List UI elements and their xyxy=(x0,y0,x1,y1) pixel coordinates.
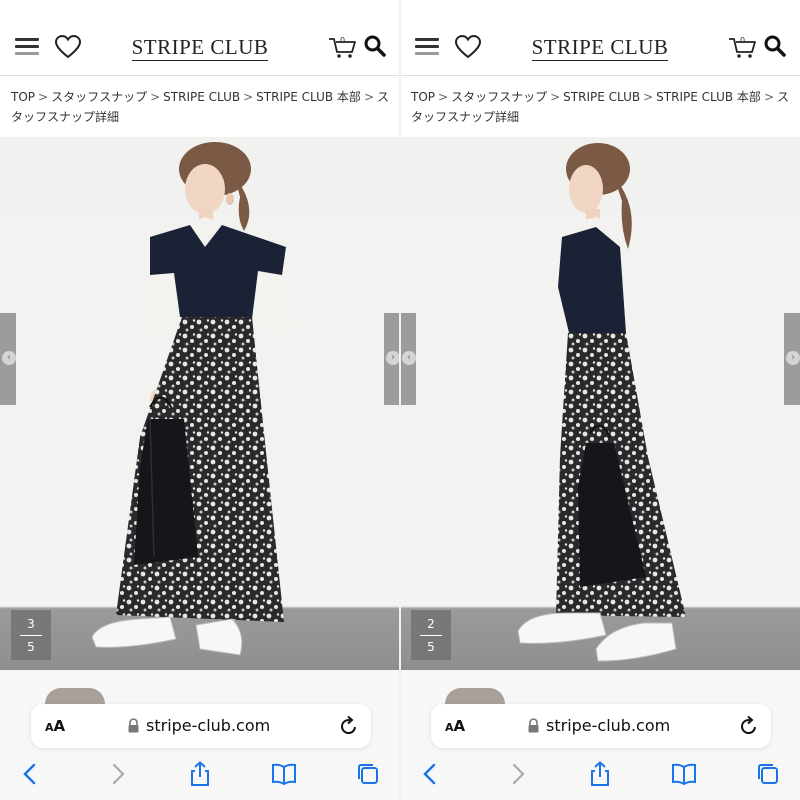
photo-counter: 2 5 xyxy=(411,610,451,660)
chevron-right-icon: › xyxy=(786,351,800,365)
product-photo[interactable] xyxy=(400,137,800,670)
breadcrumb: TOP > スタッフスナップ > STRIPE CLUB > STRIPE CLUB 本部 >… xyxy=(11,90,390,124)
header-divider xyxy=(400,75,800,76)
url-text: stripe-club.com xyxy=(546,716,671,735)
bookmarks-icon[interactable] xyxy=(271,761,297,787)
browser-toolbar xyxy=(0,757,400,793)
cart-button[interactable]: 0 xyxy=(328,34,358,60)
forward-icon[interactable] xyxy=(504,761,530,787)
share-icon[interactable] xyxy=(587,761,613,787)
prev-photo-button-edge[interactable]: ‹ xyxy=(400,313,416,405)
reader-button[interactable]: AA xyxy=(45,717,65,735)
cart-count: 0 xyxy=(340,36,346,45)
photo-current: 3 xyxy=(27,617,35,631)
cart-count: 0 xyxy=(740,36,746,45)
address-bar[interactable]: AA stripe-club.com xyxy=(431,704,771,748)
photo-total: 5 xyxy=(427,640,435,654)
search-icon[interactable] xyxy=(763,34,787,58)
header-divider xyxy=(0,75,400,76)
breadcrumb-stripe-club[interactable]: STRIPE CLUB xyxy=(163,90,240,104)
next-photo-button[interactable]: › xyxy=(784,313,800,405)
chevron-left-icon: ‹ xyxy=(402,351,416,365)
photo-current: 2 xyxy=(427,617,435,631)
chevron-left-icon: ‹ xyxy=(2,351,16,365)
product-photo[interactable] xyxy=(0,137,400,670)
panel-divider xyxy=(399,0,401,800)
breadcrumb-top[interactable]: TOP xyxy=(411,90,435,104)
forward-icon[interactable] xyxy=(104,761,130,787)
next-photo-button[interactable]: › xyxy=(384,313,400,405)
site-header: STRIPE CLUB 0 xyxy=(400,22,800,72)
breadcrumb-stripe-club[interactable]: STRIPE CLUB xyxy=(563,90,640,104)
next-content-peek xyxy=(445,688,505,704)
brand-text: STRIPE CLUB xyxy=(531,35,669,61)
lock-icon xyxy=(528,718,539,733)
status-bar xyxy=(0,0,400,10)
share-icon[interactable] xyxy=(187,761,213,787)
site-header: STRIPE CLUB 0 xyxy=(0,22,400,72)
breadcrumb-staff-snap[interactable]: スタッフスナップ xyxy=(51,90,147,104)
breadcrumb-hq[interactable]: STRIPE CLUB 本部 xyxy=(656,90,761,104)
browser-toolbar xyxy=(400,757,800,793)
address-bar[interactable]: AA stripe-club.com xyxy=(31,704,371,748)
breadcrumb-staff-snap[interactable]: スタッフスナップ xyxy=(451,90,547,104)
status-bar xyxy=(400,0,800,10)
tabs-icon[interactable] xyxy=(355,761,381,787)
breadcrumb-hq[interactable]: STRIPE CLUB 本部 xyxy=(256,90,361,104)
breadcrumb-top[interactable]: TOP xyxy=(11,90,35,104)
brand-text: STRIPE CLUB xyxy=(131,35,269,61)
screenshot-panel-left: STRIPE CLUB 0 TOP > スタッフスナップ > STRIPE CLUB > S… xyxy=(0,0,400,800)
back-icon[interactable] xyxy=(418,761,444,787)
prev-photo-button[interactable]: ‹ xyxy=(0,313,16,405)
reader-button[interactable]: AA xyxy=(445,717,465,735)
model-illustration xyxy=(91,142,292,656)
screenshot-panel-right: STRIPE CLUB 0 TOP > スタッフスナップ > STRIPE CLUB > S… xyxy=(400,0,800,800)
cart-button[interactable]: 0 xyxy=(728,34,758,60)
next-content-peek xyxy=(45,688,105,704)
reload-icon[interactable] xyxy=(739,715,759,737)
search-icon[interactable] xyxy=(363,34,387,58)
breadcrumb: TOP > スタッフスナップ > STRIPE CLUB > STRIPE CLUB 本部 >… xyxy=(411,90,790,124)
model-illustration xyxy=(517,143,686,662)
back-icon[interactable] xyxy=(18,761,44,787)
chevron-right-icon: › xyxy=(386,351,400,365)
reload-icon[interactable] xyxy=(339,715,359,737)
lock-icon xyxy=(128,718,139,733)
photo-counter: 3 5 xyxy=(11,610,51,660)
tabs-icon[interactable] xyxy=(755,761,781,787)
bookmarks-icon[interactable] xyxy=(671,761,697,787)
photo-total: 5 xyxy=(27,640,35,654)
url-text: stripe-club.com xyxy=(146,716,271,735)
